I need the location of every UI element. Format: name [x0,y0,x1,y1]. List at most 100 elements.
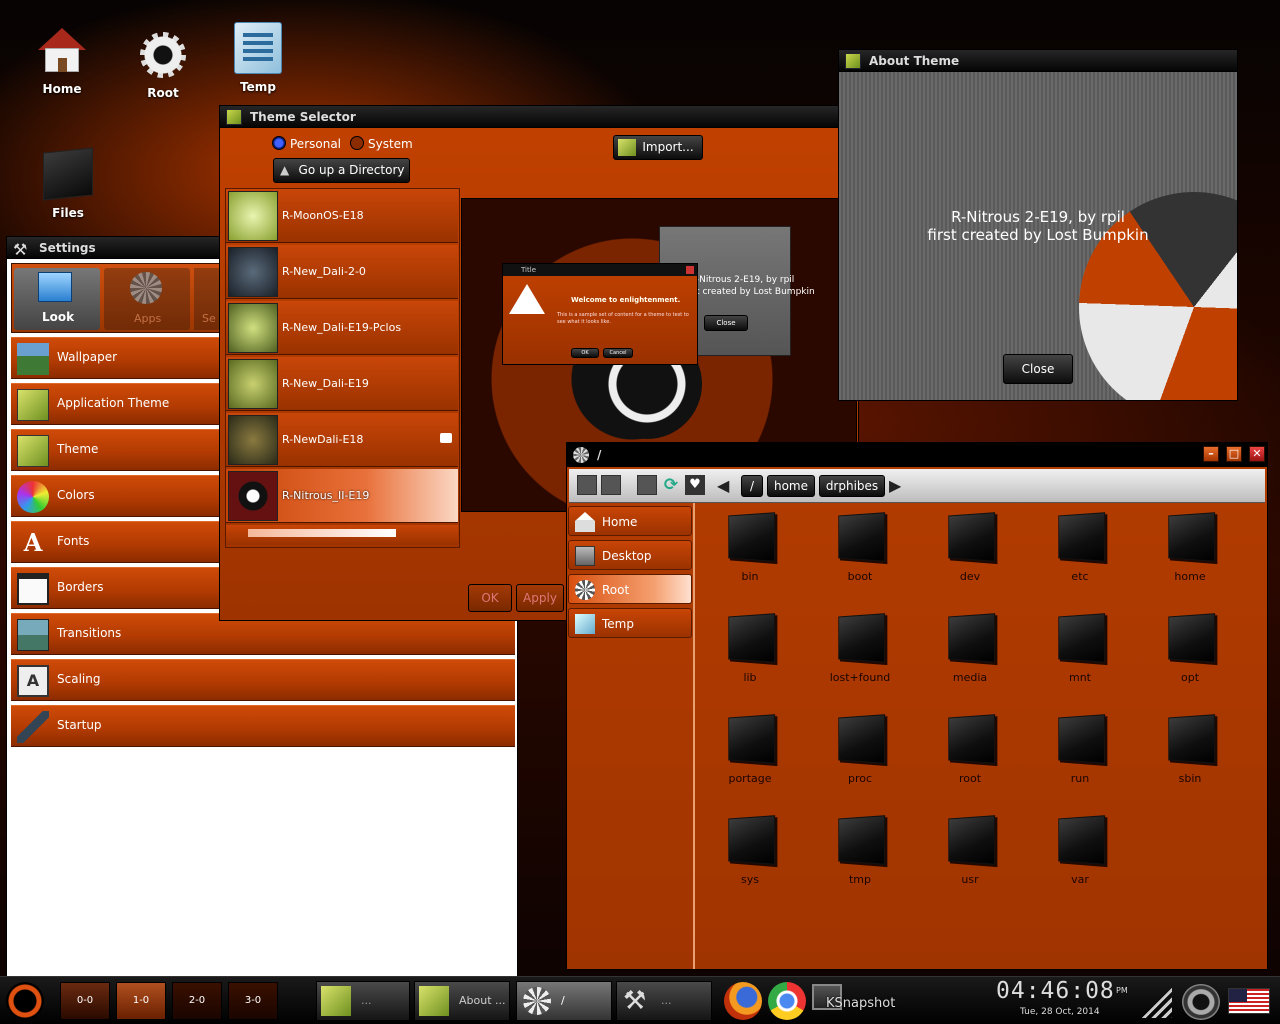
scrollbar[interactable] [248,529,396,537]
theme-selector-titlebar[interactable]: Theme Selector ✕ [220,106,858,128]
folder-item[interactable]: lib [705,613,795,684]
desktop-icon-home[interactable]: Home [17,26,107,96]
forward-button[interactable] [601,475,621,495]
theme-list-item[interactable]: R-MoonOS-E18 [226,189,458,243]
folder-item[interactable]: root [925,714,1015,785]
theme-list-item[interactable]: R-New_Dali-E19 [226,357,458,411]
preview-cancel-label: Cancel [609,350,627,356]
folder-icon [838,512,886,562]
ok-button[interactable]: OK [468,584,512,612]
close-icon [686,266,694,274]
sidebar-item-desktop[interactable]: Desktop [568,540,692,570]
settings-item-scaling[interactable]: A Scaling [11,659,515,701]
folder-item[interactable]: usr [925,815,1015,886]
sidebar-divider[interactable] [693,503,695,969]
about-theme-titlebar[interactable]: About Theme [839,50,1237,72]
apply-button[interactable]: Apply [516,584,564,612]
tab-look[interactable]: Look [14,268,100,330]
path-segment[interactable]: home [767,475,815,497]
folder-item[interactable]: portage [705,714,795,785]
up-button[interactable] [637,475,657,495]
theme-list-item[interactable]: R-NewDali-E18 [226,413,458,467]
task-theme-selector[interactable]: ... [316,981,410,1021]
gear-icon [523,987,551,1015]
pager-desktop[interactable]: 2-0 [172,982,222,1020]
folder-item[interactable]: var [1035,815,1125,886]
close-icon[interactable]: ✕ [1249,446,1265,462]
folder-item[interactable]: sys [705,815,795,886]
theme-icon [845,53,861,69]
folder-item[interactable]: bin [705,512,795,583]
path-segment[interactable]: / [741,475,763,497]
volume-knob-icon[interactable] [1182,984,1220,1020]
settings-item-startup[interactable]: Startup [11,705,515,747]
path-segment[interactable]: drphibes [819,475,885,497]
folder-item[interactable]: dev [925,512,1015,583]
go-up-label: Go up a Directory [298,163,405,177]
folder-item[interactable]: home [1145,512,1235,583]
folder-item[interactable]: sbin [1145,714,1235,785]
theme-list-item-selected[interactable]: R-Nitrous_II-E19 [226,469,458,523]
task-file-manager[interactable]: / [516,981,612,1021]
theme-list-item[interactable]: R-New_Dali-E19-Pclos [226,301,458,355]
radio-personal[interactable] [272,136,286,150]
task-label: About ... [459,994,506,1007]
start-menu-icon[interactable] [6,982,44,1020]
apply-label: Apply [523,591,557,605]
theme-icon [419,986,449,1016]
wrench-icon: ⚒ [13,240,28,259]
folder-item[interactable]: tmp [815,815,905,886]
clock[interactable]: 04:46:08 [996,978,1115,1008]
radio-system[interactable] [350,136,364,150]
theme-list-item[interactable]: R-New_Dali-2-0 [226,245,458,299]
desktop-icon-files[interactable]: Files [23,147,113,220]
firefox-icon[interactable] [724,982,762,1020]
wrench-icon: ⚒ [623,986,647,1016]
preview-cancel-button: Cancel [603,348,633,358]
pager-desktop-active[interactable]: 1-0 [116,982,166,1020]
minimize-icon[interactable]: – [1203,446,1219,462]
folder-label: sbin [1178,772,1202,785]
clock-time: 04:46:08 [996,978,1115,1004]
task-settings[interactable]: ⚒ ... [616,981,712,1021]
maximize-icon[interactable]: □ [1226,446,1242,462]
folder-item[interactable]: run [1035,714,1125,785]
chrome-icon[interactable] [768,982,806,1020]
tab-apps[interactable]: Apps [104,268,190,330]
file-manager-titlebar[interactable]: / – □ ✕ [567,443,1267,467]
preview-ok-button: OK [571,348,599,358]
settings-item-label: Scaling [57,672,101,686]
path-left-arrow-icon[interactable]: ◀ [717,476,729,495]
folder-item[interactable]: mnt [1035,613,1125,684]
import-button[interactable]: Import... [613,135,703,160]
refresh-icon[interactable]: ⟳ [661,475,681,495]
folder-item[interactable]: boot [815,512,905,583]
pager-desktop[interactable]: 0-0 [60,982,110,1020]
folder-item[interactable]: lost+found [815,613,905,684]
folder-item[interactable]: opt [1145,613,1235,684]
folder-item[interactable]: media [925,613,1015,684]
temp-folder-icon [234,22,282,74]
folder-label: run [1070,772,1090,785]
task-about-theme[interactable]: About ... [414,981,510,1021]
scroll-handle[interactable] [440,433,452,443]
folder-item[interactable]: etc [1035,512,1125,583]
sidebar-item-label: Temp [602,617,634,631]
desktop-icon-root[interactable]: Root [118,32,208,100]
back-button[interactable] [577,475,597,495]
preview-ok-label: OK [581,350,589,356]
about-close-button[interactable]: Close [1003,354,1073,384]
pager-desktop[interactable]: 3-0 [228,982,278,1020]
sidebar-item-root[interactable]: Root [568,574,692,604]
favorite-heart-icon[interactable]: ♥ [685,475,705,495]
desktop-icon-temp[interactable]: Temp [213,22,303,94]
go-up-directory-button[interactable]: ▲ Go up a Directory [273,158,410,183]
clock-ampm: PM [1116,986,1128,995]
folder-label: usr [961,873,979,886]
sidebar-item-home[interactable]: Home [568,506,692,536]
sidebar-item-temp[interactable]: Temp [568,608,692,638]
folder-label: proc [847,772,873,785]
us-flag-icon[interactable] [1228,988,1270,1014]
path-right-arrow-icon[interactable]: ▶ [889,476,901,495]
folder-item[interactable]: proc [815,714,905,785]
